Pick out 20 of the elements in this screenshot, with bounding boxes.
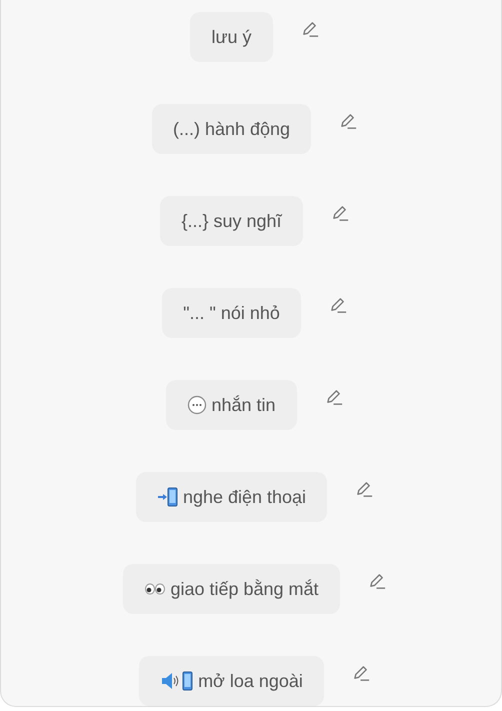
pencil-icon[interactable]: [339, 112, 358, 131]
tag-chip[interactable]: (...) hành động: [152, 104, 312, 154]
speech-bubble-icon: [187, 395, 208, 415]
tag-chip[interactable]: {...} suy nghĩ: [160, 196, 303, 246]
tag-chip[interactable]: mở loa ngoài: [139, 656, 324, 706]
pencil-icon[interactable]: [324, 388, 344, 407]
pencil-icon[interactable]: [330, 204, 350, 223]
tag-chip[interactable]: nghe điện thoại: [136, 472, 328, 522]
pencil-icon[interactable]: [328, 296, 348, 315]
tag-chip[interactable]: "... " nói nhỏ: [162, 288, 301, 338]
tag-chip[interactable]: giao tiếp bằng mắt: [123, 564, 340, 614]
tag-chip[interactable]: lưu ý: [190, 12, 273, 62]
pencil-icon[interactable]: [300, 20, 320, 39]
pencil-icon[interactable]: [355, 480, 374, 499]
pencil-icon[interactable]: [352, 664, 371, 683]
phone-arrow-icon: [156, 486, 179, 508]
speaker-phone-icon: [160, 670, 194, 692]
pencil-icon[interactable]: [368, 572, 387, 591]
eyes-icon: [144, 582, 166, 596]
tag-chip[interactable]: nhắn tin: [166, 380, 297, 430]
